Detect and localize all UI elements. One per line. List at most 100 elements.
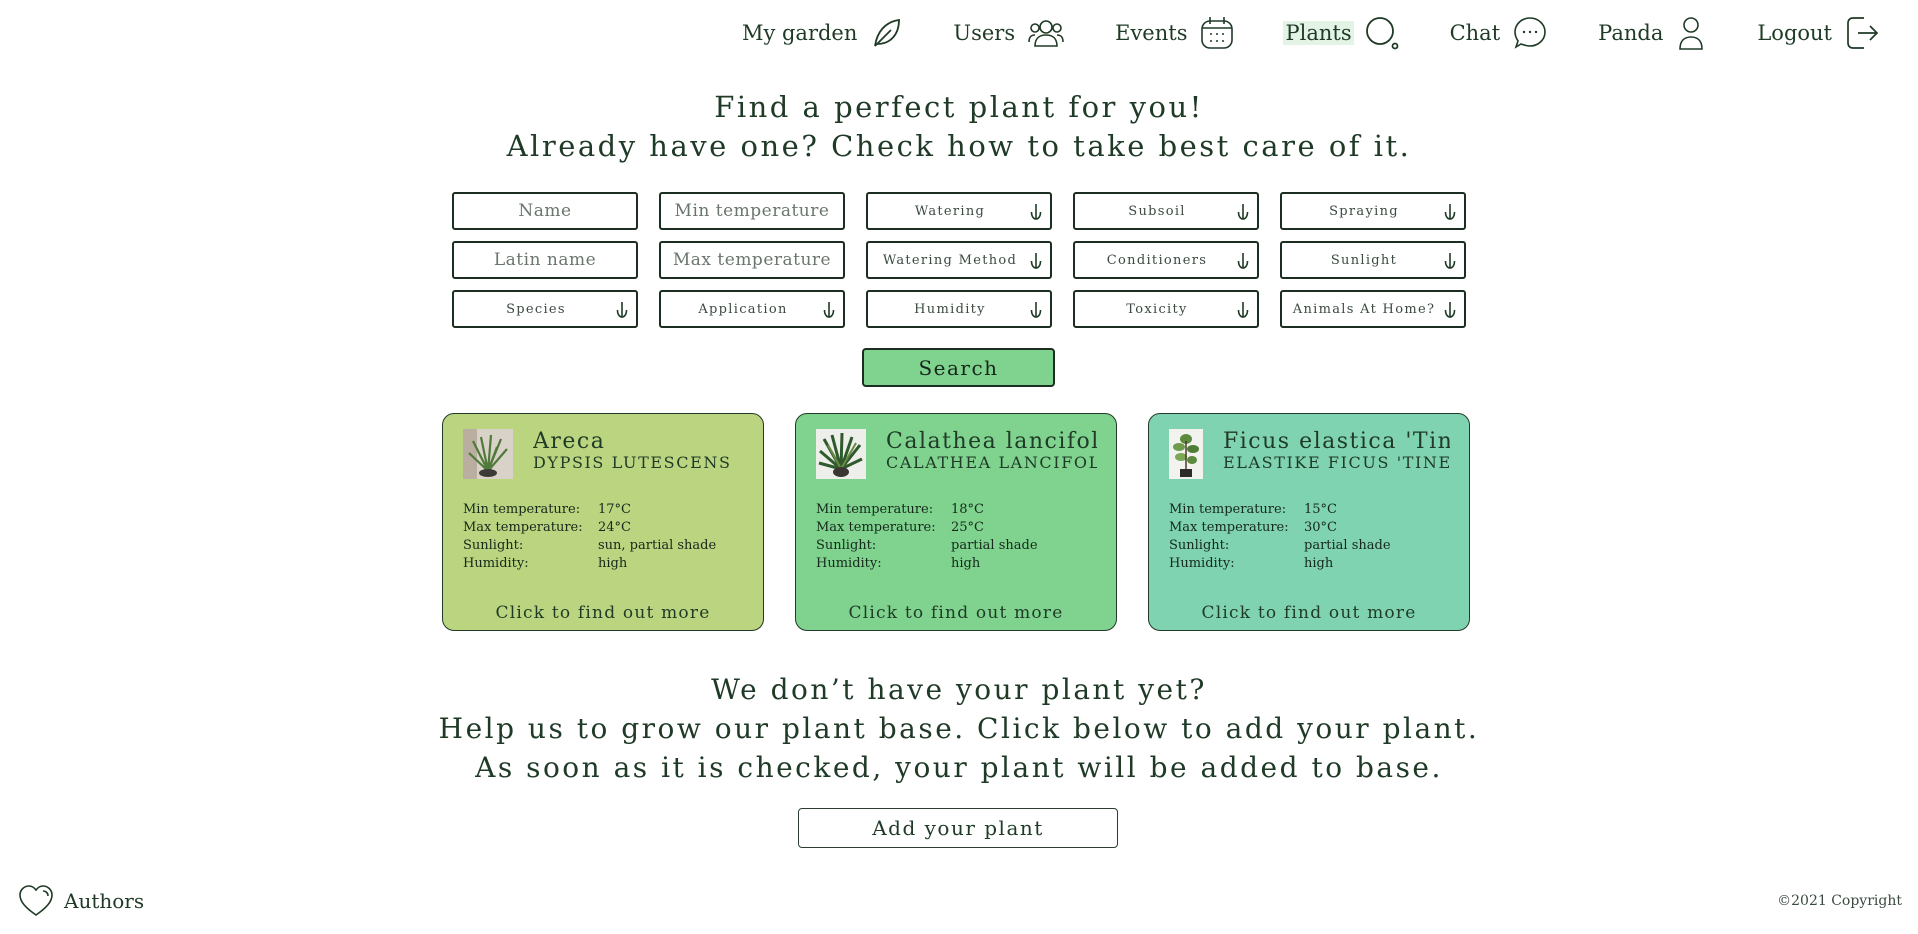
plant-card[interactable]: Areca DYPSIS LUTESCENS Min temperature: 1… — [442, 413, 764, 631]
animals-at-home-select[interactable]: Animals At Home? — [1280, 290, 1466, 328]
latin-name-input[interactable] — [454, 242, 636, 278]
sunlight-label: Sunlight: — [1169, 538, 1230, 553]
plant-thumbnail — [1169, 429, 1203, 479]
min-temp-value: 17°C — [598, 502, 631, 517]
humidity-label: Humidity: — [816, 556, 882, 571]
nav-label: Logout — [1757, 21, 1832, 45]
subsoil-select-label: Subsoil — [1128, 203, 1186, 219]
heart-icon — [19, 885, 53, 916]
max-temp-value: 30°C — [1304, 520, 1337, 535]
name-field-box — [452, 192, 638, 230]
min-temp-value: 15°C — [1304, 502, 1337, 517]
subsoil-select[interactable]: Subsoil — [1073, 192, 1259, 230]
plant-cards: Areca DYPSIS LUTESCENS Min temperature: 1… — [442, 413, 1470, 631]
watering-select-label: Watering — [914, 203, 986, 219]
chevron-down-icon — [616, 302, 628, 318]
humidity-select[interactable]: Humidity — [866, 290, 1052, 328]
max-temp-label: Max temperature: — [816, 520, 936, 535]
top-nav: My garden Users Events Plants Chat Panda… — [740, 0, 1918, 66]
plant-thumbnail — [463, 429, 513, 479]
copyright: ©2021 Copyright — [1777, 893, 1902, 909]
headline-line-1: Find a perfect plant for you! — [714, 90, 1204, 124]
add-plant-prompt: We don’t have your plant yet? Help us to… — [0, 670, 1918, 787]
sunlight-select[interactable]: Sunlight — [1280, 241, 1466, 279]
nav-users[interactable]: Users — [951, 16, 1065, 50]
max-temp-label: Max temperature: — [1169, 520, 1289, 535]
humidity-label: Humidity: — [463, 556, 529, 571]
min-temp-label: Min temperature: — [816, 502, 934, 517]
humidity-select-label: Humidity — [914, 301, 986, 317]
min-temperature-input[interactable] — [661, 193, 843, 229]
chevron-down-icon — [1237, 204, 1249, 220]
nav-label: Chat — [1449, 21, 1501, 45]
chevron-down-icon — [1444, 302, 1456, 318]
plant-stats: Min temperature: 18°C Max temperature: 25°… — [816, 501, 1097, 573]
find-out-more-link[interactable]: Click to find out more — [796, 603, 1116, 623]
authors-link[interactable]: Authors — [18, 884, 144, 918]
plant-stats: Min temperature: 17°C Max temperature: 24°… — [463, 501, 744, 573]
chevron-down-icon — [1030, 204, 1042, 220]
headline-line-2: Already have one? Check how to take best… — [506, 129, 1412, 163]
nav-plants[interactable]: Plants — [1283, 15, 1399, 51]
add-plant-button[interactable]: Add your plant — [798, 808, 1118, 848]
toxicity-select-label: Toxicity — [1126, 301, 1188, 317]
leaf-icon — [874, 18, 901, 47]
plant-latin-name: CALATHEA LANCIFOLIA — [886, 453, 1097, 472]
spraying-select[interactable]: Spraying — [1280, 192, 1466, 230]
conditioners-select-label: Conditioners — [1106, 252, 1208, 268]
plant-name: Areca — [533, 429, 606, 454]
card-titles: Areca DYPSIS LUTESCENS — [533, 429, 732, 472]
plant-card[interactable]: Calathea lancifolia CALATHEA LANCIFOLIA … — [795, 413, 1117, 631]
latin-field-box — [452, 241, 638, 279]
nav-chat[interactable]: Chat — [1448, 15, 1549, 51]
nav-events[interactable]: Events — [1113, 15, 1235, 51]
filter-grid: Watering Subsoil Spraying Watering Metho… — [452, 192, 1466, 328]
plant-stats: Min temperature: 15°C Max temperature: 30°… — [1169, 501, 1450, 573]
watering-select[interactable]: Watering — [866, 192, 1052, 230]
nav-label: Users — [953, 21, 1016, 45]
min-temp-label: Min temperature: — [1169, 502, 1287, 517]
chat-icon — [1514, 17, 1546, 49]
species-select[interactable]: Species — [452, 290, 638, 328]
chevron-down-icon — [1237, 253, 1249, 269]
plant-name: Ficus elastica 'Tineke' — [1223, 429, 1450, 454]
plant-card[interactable]: Ficus elastica 'Tineke' ELASTIKE FICUS '… — [1148, 413, 1470, 631]
max-temp-label: Max temperature: — [463, 520, 583, 535]
application-select-label: Application — [698, 301, 788, 317]
nav-label: My garden — [741, 21, 858, 45]
cta-line-2: Help us to grow our plant base. Click be… — [438, 712, 1480, 745]
card-header: Areca DYPSIS LUTESCENS — [463, 429, 744, 479]
nav-label: Panda — [1598, 21, 1664, 45]
plant-name: Calathea lancifolia — [886, 429, 1097, 454]
toxicity-select[interactable]: Toxicity — [1073, 290, 1259, 328]
find-out-more-link[interactable]: Click to find out more — [443, 603, 763, 623]
max-temp-value: 25°C — [951, 520, 984, 535]
plant-latin-name: DYPSIS LUTESCENS — [533, 453, 732, 472]
find-out-more-link[interactable]: Click to find out more — [1149, 603, 1469, 623]
chevron-down-icon — [1444, 204, 1456, 220]
watering-method-select-label: Watering Method — [882, 252, 1018, 268]
sunlight-select-label: Sunlight — [1330, 252, 1398, 268]
search-button[interactable]: Search — [862, 348, 1055, 387]
max-temperature-input[interactable] — [661, 242, 843, 278]
nav-my-garden[interactable]: My garden — [740, 16, 903, 50]
humidity-label: Humidity: — [1169, 556, 1235, 571]
application-select[interactable]: Application — [659, 290, 845, 328]
nav-label: Plants — [1283, 21, 1354, 45]
logout-icon — [1847, 17, 1879, 49]
name-input[interactable] — [454, 193, 636, 229]
plant-latin-name: ELASTIKE FICUS 'TINEKE' — [1223, 453, 1450, 472]
sunlight-label: Sunlight: — [463, 538, 524, 553]
chevron-down-icon — [1030, 302, 1042, 318]
min-temp-value: 18°C — [951, 502, 984, 517]
max-temp-value: 24°C — [598, 520, 631, 535]
sunlight-value: sun, partial shade — [598, 538, 717, 553]
nav-profile[interactable]: Panda — [1596, 15, 1707, 51]
chevron-down-icon — [1444, 253, 1456, 269]
user-icon — [1679, 17, 1704, 50]
sunlight-value: partial shade — [1304, 538, 1391, 553]
nav-logout[interactable]: Logout — [1755, 15, 1880, 51]
watering-method-select[interactable]: Watering Method — [866, 241, 1052, 279]
chevron-down-icon — [1030, 253, 1042, 269]
conditioners-select[interactable]: Conditioners — [1073, 241, 1259, 279]
